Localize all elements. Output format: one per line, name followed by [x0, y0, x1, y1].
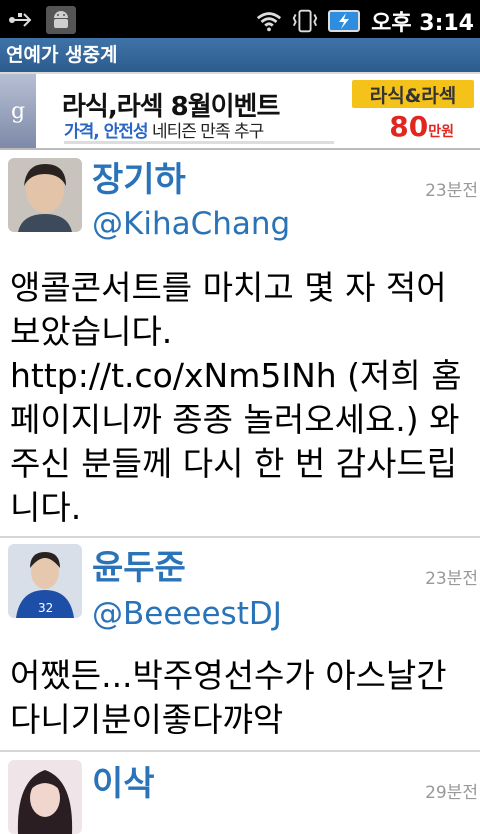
- ad-brand: 라식&라섹: [352, 80, 474, 108]
- avatar[interactable]: 32: [8, 544, 82, 618]
- tweet-author-handle[interactable]: @KihaChang: [92, 206, 290, 242]
- ad-banner[interactable]: g 라식,라섹 8월이벤트 가격, 안전성 네티즌 만족 추구 라식&라섹 80…: [0, 72, 480, 150]
- tweet-author-name[interactable]: 장기하: [92, 152, 186, 201]
- tweet-time: 23분전: [425, 569, 478, 589]
- tweet-time: 29분전: [425, 783, 478, 803]
- ad-price-unit: 만원: [428, 124, 454, 140]
- tweet-author-handle[interactable]: @BeeeestDJ: [92, 596, 282, 632]
- tweet-item[interactable]: 32 윤두준 @BeeeestDJ 23분전 어쨌든...박주영선수가 아스날간…: [0, 538, 480, 752]
- ad-price-number: 80: [389, 110, 429, 143]
- ad-logo-icon: g: [0, 74, 36, 148]
- app-title: 연예가 생중계: [6, 44, 118, 66]
- avatar[interactable]: [8, 158, 82, 232]
- battery-icon: [327, 8, 363, 34]
- status-time: 오후 3:14: [371, 11, 474, 36]
- vibrate-icon: [291, 8, 319, 34]
- svg-text:32: 32: [38, 601, 53, 615]
- tweet-author-name[interactable]: 윤두준: [92, 540, 186, 589]
- ad-fine-print: [64, 139, 334, 148]
- tweet-text: 앵콜콘서트를 마치고 몇 자 적어보았습니다. http://t.co/xNm5…: [10, 268, 462, 527]
- tweet-text: 어쨌든...박주영선수가 아스날간다니기분이좋다꺄악: [10, 656, 447, 739]
- avatar[interactable]: [8, 760, 82, 834]
- wifi-icon: [255, 8, 283, 34]
- app-title-bar: 연예가 생중계: [0, 38, 480, 72]
- ad-price: 80만원: [389, 110, 454, 143]
- android-icon: [46, 6, 76, 34]
- status-bar: 오후 3:14: [0, 0, 480, 38]
- tweet-time: 23분전: [425, 181, 478, 201]
- tweet-item[interactable]: 장기하 @KihaChang 23분전 앵콜콘서트를 마치고 몇 자 적어보았습…: [0, 150, 480, 538]
- tweet-author-name[interactable]: 이삭: [92, 756, 155, 805]
- tweet-item[interactable]: 이삭 29분전: [0, 752, 480, 834]
- usb-icon: [8, 7, 36, 33]
